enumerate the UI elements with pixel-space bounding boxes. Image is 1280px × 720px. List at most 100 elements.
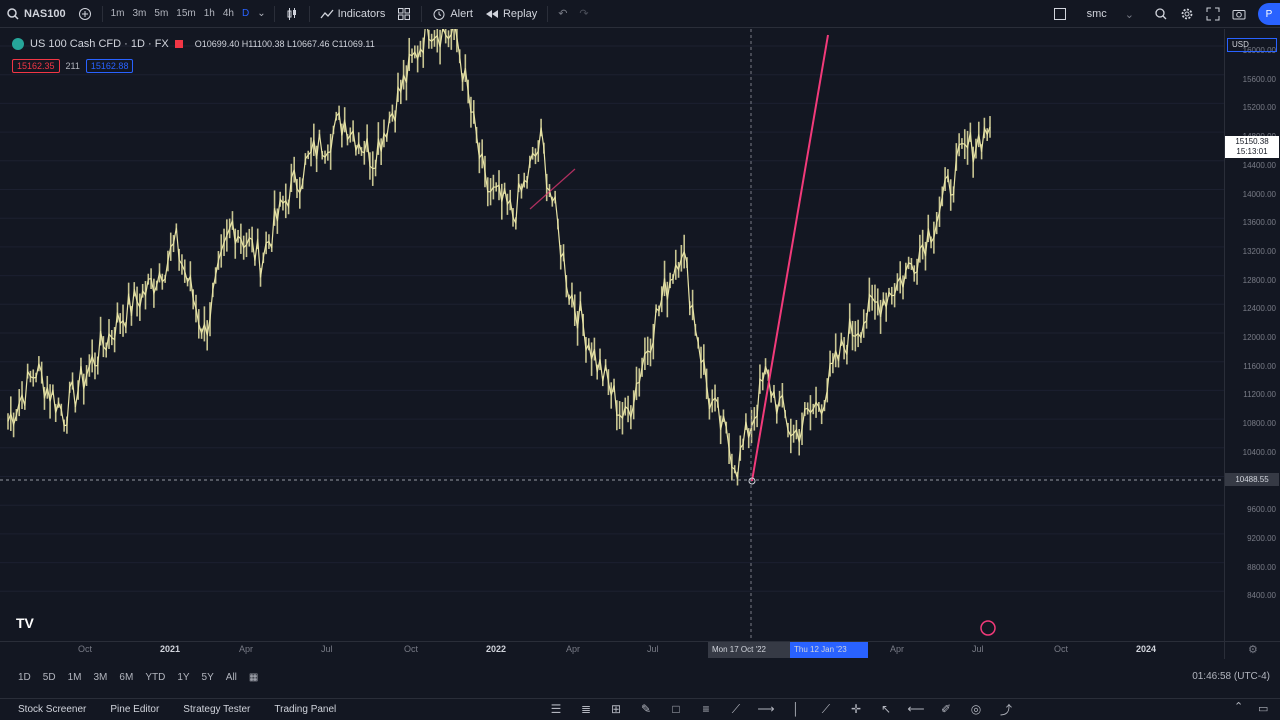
range-1y[interactable]: 1Y [171, 672, 195, 683]
buy-button[interactable]: 15162.88 [85, 59, 134, 73]
range-6m[interactable]: 6M [113, 672, 139, 683]
snapshot-button[interactable] [1226, 0, 1252, 28]
settings-button[interactable] [1174, 0, 1200, 28]
list-alt-icon[interactable]: ≣ [575, 700, 597, 718]
price-scale-label: 11600.00 [1243, 361, 1276, 371]
series-legend[interactable]: US 100 Cash CFD · 1D · FX O10699.40 H111… [12, 38, 375, 50]
grid-icon[interactable]: ⊞ [605, 700, 627, 718]
time-scale[interactable] [0, 641, 1224, 659]
price-scale-label: 9200.00 [1247, 533, 1276, 543]
alert-button[interactable]: Alert [426, 0, 479, 28]
chevron-down-icon: ⌄ [1124, 8, 1134, 21]
trend-icon[interactable]: ⤴ [995, 700, 1017, 718]
range-3m[interactable]: 3M [88, 672, 114, 683]
horizontal-ray-icon[interactable]: ⟶ [755, 700, 777, 718]
tab-strategy-tester[interactable]: Strategy Tester [171, 704, 262, 715]
range-1d[interactable]: 1D [0, 672, 37, 683]
arrow-left-icon[interactable]: ⟵ [905, 700, 927, 718]
fullscreen-button[interactable] [1200, 0, 1226, 28]
vertical-line-icon[interactable]: │ [785, 700, 807, 718]
redo-icon: ↷ [579, 8, 589, 20]
time-scale-label: Apr [566, 644, 581, 654]
range-5y[interactable]: 5Y [196, 672, 220, 683]
series-title: US 100 Cash CFD · 1D · FX [30, 38, 169, 50]
quick-search-button[interactable] [1148, 0, 1174, 28]
maximize-icon[interactable]: ▭ [1258, 702, 1268, 715]
range-1m[interactable]: 1M [62, 672, 88, 683]
tab-stock-screener[interactable]: Stock Screener [0, 704, 98, 715]
compare-button[interactable] [72, 0, 98, 28]
interval-3m[interactable]: 3m [128, 8, 150, 19]
price-scale-label: 9600.00 [1247, 505, 1276, 515]
chevron-up-icon[interactable]: ⌃ [1234, 700, 1243, 713]
trendline-icon[interactable]: ⟋ [725, 700, 747, 718]
undo-icon: ↶ [558, 8, 568, 20]
tab-pine-editor[interactable]: Pine Editor [98, 704, 171, 715]
time-scale-label: Oct [404, 644, 419, 654]
chart-pane[interactable] [0, 29, 1224, 641]
target-icon[interactable]: ◎ [965, 700, 987, 718]
time-scale-label: Apr [890, 644, 905, 654]
range-ytd[interactable]: YTD [139, 672, 171, 683]
symbol-label: NAS100 [24, 7, 66, 20]
interval-1m[interactable]: 1m [107, 8, 129, 19]
avatar[interactable]: P [1258, 3, 1280, 25]
ruler-icon[interactable]: ⟋ [815, 700, 837, 718]
interval-4h[interactable]: 4h [219, 8, 238, 19]
calendar-icon[interactable]: ▦ [243, 672, 264, 683]
plus-circle-icon [78, 7, 91, 20]
flag-icon [174, 40, 183, 48]
time-scale-label: 2021 [160, 644, 181, 654]
tab-trading-panel[interactable]: Trading Panel [262, 704, 348, 715]
price-scale-label: 13200.00 [1242, 246, 1276, 256]
crosshair-icon[interactable]: ✛ [845, 700, 867, 718]
drawing-toolbar: ☰ ≣ ⊞ ✎ □ ≡ ⟋ ⟶ │ ⟋ ✛ ↖ ⟵ ✐ ◎ ⤴ [545, 700, 1017, 718]
price-scale-label: 8400.00 [1247, 591, 1276, 601]
time-scale-label: Jul [647, 644, 659, 654]
cursor-icon[interactable]: ↖ [875, 700, 897, 718]
clock[interactable]: 01:46:58 (UTC-4) [1192, 671, 1270, 682]
price-chart [0, 29, 1224, 641]
layout-icon [1053, 8, 1066, 20]
indicators-button[interactable]: Indicators [314, 0, 392, 28]
pen-icon[interactable]: ✎ [635, 700, 657, 718]
price-series-line [7, 29, 991, 479]
square-icon[interactable]: □ [665, 700, 687, 718]
price-scale[interactable]: 16000.0015600.0015200.0014800.0014400.00… [1224, 29, 1280, 641]
replay-label: Replay [502, 7, 538, 20]
search-icon [1155, 8, 1167, 20]
interval-d[interactable]: D [238, 8, 253, 19]
current-price-value: 15150.38 [1235, 137, 1269, 146]
alert-label: Alert [450, 7, 473, 20]
layout-button[interactable] [1047, 0, 1073, 28]
time-scale-label: Oct [78, 644, 93, 654]
currency-selector[interactable]: USD [1227, 38, 1277, 52]
divider [273, 5, 275, 22]
sell-button[interactable]: 15162.35 [12, 59, 60, 73]
price-scale-label: 14400.00 [1242, 160, 1276, 170]
settings-icon[interactable]: ⚙ [1248, 643, 1258, 656]
lines-icon[interactable]: ≡ [695, 700, 717, 718]
interval-1h[interactable]: 1h [200, 8, 219, 19]
gear-icon [1181, 8, 1193, 20]
list-icon[interactable]: ☰ [545, 700, 567, 718]
interval-5m[interactable]: 5m [150, 8, 172, 19]
range-all[interactable]: All [220, 672, 243, 683]
crosshair-price-label: 10488.55 [1225, 473, 1279, 486]
undo-button[interactable]: ↶ [552, 0, 573, 28]
chevron-down-icon[interactable]: ⌄ [253, 8, 269, 19]
divider [101, 5, 103, 22]
brush-icon[interactable]: ✐ [935, 700, 957, 718]
interval-15m[interactable]: 15m [172, 8, 199, 19]
redo-button[interactable]: ↷ [573, 0, 594, 28]
symbol-search[interactable]: NAS100 [0, 0, 72, 28]
crosshair-date-label: Mon 17 Oct '22 [708, 642, 792, 658]
range-5d[interactable]: 5D [37, 672, 62, 683]
replay-button[interactable]: Replay [479, 0, 543, 28]
price-scale-label: 12000.00 [1242, 333, 1276, 342]
chart-type-button[interactable] [279, 0, 305, 28]
templates-button[interactable] [391, 0, 417, 28]
layout-name-dropdown[interactable]: smc ⌄ [1073, 0, 1148, 28]
trade-buttons: 15162.35 211 15162.88 [12, 59, 134, 73]
candles-icon [287, 7, 296, 20]
